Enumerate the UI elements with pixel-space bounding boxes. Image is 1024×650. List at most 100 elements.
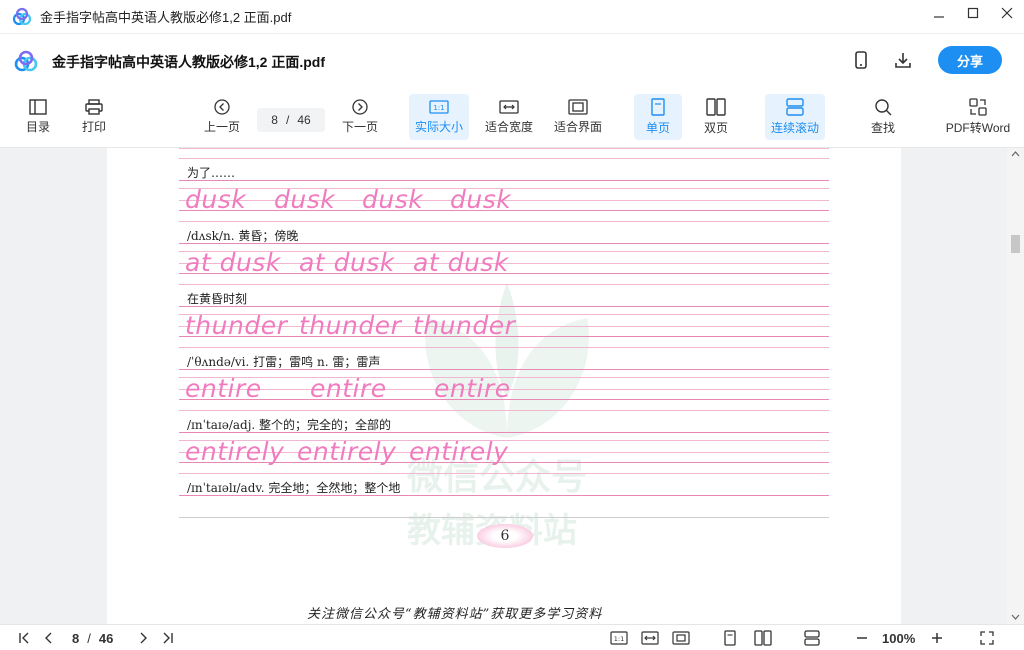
window-title: 金手指字帖高中英语人教版必修1,2 正面.pdf: [40, 10, 292, 25]
first-page-icon: [19, 632, 29, 644]
close-icon: [1001, 7, 1013, 19]
row-gloss: 为了……: [187, 166, 236, 180]
row-gloss: 在黄昏时刻: [187, 292, 248, 306]
fit-width-icon: [641, 631, 659, 645]
page-number-badge: 6: [477, 524, 533, 548]
watermark-leaf-icon: [425, 283, 589, 438]
last-page-button[interactable]: [160, 630, 174, 646]
status-actual-size-ratio: 1:1: [614, 635, 624, 643]
status-fit-width-button[interactable]: [641, 630, 659, 646]
toc-icon: [29, 99, 47, 115]
continuous-scroll-icon: [786, 98, 804, 116]
actual-size-icon: 1:1: [429, 100, 449, 114]
next-page-status-button[interactable]: [136, 630, 150, 646]
main-toolbar: 目录 打印 上一页 8 / 46 下一页 1:1 实际大小 适合宽度 适合界面 …: [0, 90, 1024, 148]
last-page-icon: [163, 632, 173, 644]
double-page-icon: [706, 98, 726, 116]
single-page-icon: [724, 630, 736, 646]
search-icon: [875, 99, 892, 116]
zoom-out-icon: [857, 637, 867, 639]
page-indicator[interactable]: 8 / 46: [257, 108, 325, 132]
continuous-scroll-label: 连续滚动: [770, 121, 819, 135]
continuous-scroll-button[interactable]: 连续滚动: [765, 94, 825, 140]
fit-width-button[interactable]: 适合宽度: [481, 94, 537, 140]
print-label: 打印: [81, 120, 106, 134]
close-button[interactable]: [990, 0, 1024, 26]
footer-note: 关注微信公众号“教辅资料站”获取更多学习资料: [307, 607, 603, 622]
status-page-separator: /: [87, 630, 91, 646]
row-gloss: /ɪnˈtaɪəlɪ/adv. 完全地；全然地；整个地: [187, 481, 401, 495]
page-separator: /: [285, 113, 290, 127]
maximize-button[interactable]: [956, 0, 990, 26]
print-button[interactable]: 打印: [76, 94, 112, 140]
chevron-left-icon: [45, 632, 52, 644]
status-current-page[interactable]: 8: [72, 631, 79, 646]
document-header: 金手指字帖高中英语人教版必修1,2 正面.pdf 分享: [0, 34, 1024, 90]
actual-size-button[interactable]: 1:1 实际大小: [409, 94, 469, 140]
actual-size-ratio: 1:1: [433, 104, 444, 112]
pdf-to-word-icon: [969, 98, 987, 116]
prev-page-label: 上一页: [203, 120, 240, 134]
app-logo-icon: [14, 50, 38, 72]
row-gloss: /ɪnˈtaɪə/adj. 整个的；完全的；全部的: [187, 418, 392, 432]
maximize-icon: [967, 7, 979, 19]
status-single-page-button[interactable]: [724, 630, 736, 646]
minimize-icon: [934, 16, 944, 18]
actual-size-icon: 1:1: [610, 631, 628, 645]
scroll-up-icon[interactable]: [1011, 151, 1020, 157]
total-pages: 46: [297, 113, 311, 127]
document-viewer[interactable]: 微信公众号 教辅资料站 为了…… dusk dusk dusk dusk /dʌ…: [0, 148, 1024, 624]
next-page-icon: [352, 99, 368, 115]
toc-button[interactable]: 目录: [20, 94, 56, 140]
find-button[interactable]: 查找: [864, 94, 902, 140]
status-fit-page-button[interactable]: [672, 630, 690, 646]
double-page-button[interactable]: 双页: [694, 94, 738, 140]
app-logo-icon: [12, 7, 32, 25]
single-page-label: 单页: [645, 121, 670, 135]
scrollbar-thumb[interactable]: [1011, 235, 1020, 253]
zoom-in-button[interactable]: [931, 630, 943, 646]
next-page-button[interactable]: 下一页: [338, 94, 382, 140]
pdf-to-word-button[interactable]: PDF转Word: [940, 94, 1016, 140]
continuous-scroll-icon: [804, 630, 820, 646]
zoom-level[interactable]: 100%: [882, 630, 915, 646]
pdf-to-word-label: PDF转Word: [945, 121, 1011, 135]
prev-page-button[interactable]: 上一页: [200, 94, 244, 140]
fullscreen-button[interactable]: [980, 630, 994, 646]
status-double-page-button[interactable]: [754, 630, 772, 646]
double-page-icon: [754, 630, 772, 646]
fit-page-button[interactable]: 适合界面: [550, 94, 606, 140]
single-page-icon: [651, 98, 665, 116]
find-label: 查找: [870, 121, 895, 135]
zoom-out-button[interactable]: [856, 630, 868, 646]
next-page-label: 下一页: [341, 120, 378, 134]
pdf-page: 微信公众号 教辅资料站 为了…… dusk dusk dusk dusk /dʌ…: [107, 148, 901, 624]
title-bar: 金手指字帖高中英语人教版必修1,2 正面.pdf: [0, 0, 1024, 34]
zoom-in-icon: [932, 633, 942, 643]
toc-label: 目录: [25, 120, 50, 134]
first-page-button[interactable]: [18, 630, 32, 646]
scroll-down-icon[interactable]: [1011, 614, 1020, 620]
status-page-indicator[interactable]: 8 / 46: [72, 630, 113, 646]
fullscreen-icon: [980, 631, 994, 645]
status-continuous-scroll-button[interactable]: [804, 630, 820, 646]
single-page-button[interactable]: 单页: [634, 94, 682, 140]
current-page-input[interactable]: 8: [271, 113, 278, 127]
row-gloss: /ˈθʌndə/vi. 打雷；雷鸣 n. 雷；雷声: [187, 355, 381, 369]
vertical-scrollbar[interactable]: [1007, 148, 1024, 624]
fit-width-label: 适合宽度: [484, 120, 533, 134]
phone-icon[interactable]: [854, 51, 868, 69]
status-actual-size-button[interactable]: 1:1: [610, 630, 628, 646]
print-icon: [85, 99, 103, 115]
fit-page-label: 适合界面: [553, 120, 602, 134]
status-total-pages: 46: [98, 630, 114, 646]
chevron-right-icon: [140, 632, 147, 644]
fit-page-icon: [672, 631, 690, 645]
download-icon[interactable]: [894, 51, 912, 69]
minimize-button[interactable]: [922, 0, 956, 26]
document-title: 金手指字帖高中英语人教版必修1,2 正面.pdf: [52, 54, 326, 70]
status-bar: 8 / 46 1:1 100%: [0, 624, 1024, 650]
actual-size-label: 实际大小: [414, 120, 463, 134]
share-button[interactable]: 分享: [938, 46, 1002, 74]
prev-page-status-button[interactable]: [42, 630, 56, 646]
